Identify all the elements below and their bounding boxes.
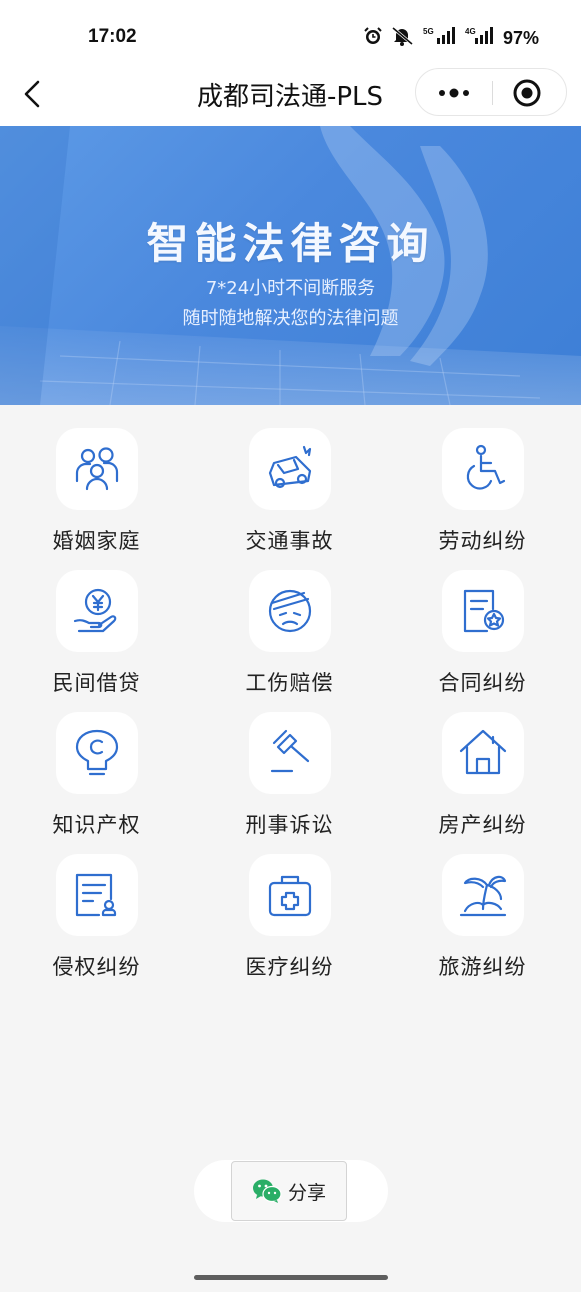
category-icon-box: [55, 854, 138, 936]
category-label: 民间借贷: [52, 671, 141, 695]
status-time: 17:02: [88, 26, 137, 47]
category-criminal-litigation[interactable]: 刑事诉讼: [193, 712, 386, 839]
palm-island-icon: [459, 875, 506, 917]
share-label: 分享: [287, 1181, 326, 1204]
category-label: 知识产权: [52, 813, 141, 837]
lightbulb-copyright-icon: [75, 729, 118, 776]
status-icons: 5G 4G 97%: [363, 26, 539, 50]
category-label: 旅游纠纷: [438, 955, 527, 979]
category-label: 工伤赔偿: [245, 671, 334, 695]
category-tourism-dispute[interactable]: 旅游纠纷: [386, 854, 579, 981]
category-medical-dispute[interactable]: 医疗纠纷: [193, 854, 386, 981]
category-icon-box: [248, 712, 331, 794]
category-label: 医疗纠纷: [245, 955, 334, 979]
family-icon: [75, 447, 118, 491]
more-button[interactable]: [432, 79, 478, 107]
category-icon-box: [55, 712, 138, 794]
share-container: 分享: [194, 1160, 388, 1222]
miniprogram-close-icon: [513, 79, 541, 107]
4g-signal-icon: 4G: [465, 26, 495, 50]
close-miniprogram-button[interactable]: [510, 77, 544, 109]
category-icon-box: [248, 428, 331, 510]
category-traffic-accident[interactable]: 交通事故: [193, 428, 386, 555]
battery-level: 97%: [502, 27, 539, 48]
5g-signal-icon: 5G: [423, 26, 457, 50]
document-stamp-icon: [75, 873, 116, 917]
banner-title: 智能法律咨询: [146, 219, 435, 268]
category-tort-dispute[interactable]: 侵权纠纷: [0, 854, 193, 981]
money-hand-icon: [73, 588, 116, 633]
category-label: 劳动纠纷: [438, 529, 527, 553]
more-dots-icon: [439, 88, 469, 98]
category-label: 婚姻家庭: [52, 529, 141, 553]
home-indicator[interactable]: [194, 1275, 388, 1280]
gavel-icon: [270, 729, 309, 773]
category-icon-box: [441, 428, 524, 510]
contract-icon: [463, 589, 504, 633]
category-icon-box: [55, 570, 138, 652]
category-label: 刑事诉讼: [245, 813, 334, 837]
category-icon-box: [441, 712, 524, 794]
category-icon-box: [55, 428, 138, 510]
page-title: 成都司法通-PLS: [196, 82, 384, 112]
car-accident-icon: [268, 445, 311, 489]
category-private-lending[interactable]: 民间借贷: [0, 570, 193, 697]
category-labor-dispute[interactable]: 劳动纠纷: [386, 428, 579, 555]
category-contract-dispute[interactable]: 合同纠纷: [386, 570, 579, 697]
category-work-injury[interactable]: 工伤赔偿: [193, 570, 386, 697]
category-intellectual-property[interactable]: 知识产权: [0, 712, 193, 839]
wheelchair-icon: [466, 444, 505, 490]
medical-kit-icon: [268, 875, 311, 917]
navigation-bar: 成都司法通-PLS: [0, 62, 581, 126]
banner[interactable]: 智能法律咨询 7*24小时不间断服务 随时随地解决您的法律问题: [0, 126, 581, 405]
category-label: 房产纠纷: [438, 813, 527, 837]
miniprogram-capsule: [415, 68, 567, 116]
banner-subtitle-1: 7*24小时不间断服务: [205, 278, 376, 299]
category-icon-box: [248, 854, 331, 936]
svg-text:5G: 5G: [423, 27, 434, 36]
category-icon-box: [248, 570, 331, 652]
category-label: 交通事故: [245, 529, 334, 553]
alarm-icon: [363, 26, 383, 50]
category-label: 合同纠纷: [438, 671, 527, 695]
category-icon-box: [441, 854, 524, 936]
category-label: 侵权纠纷: [52, 955, 141, 979]
category-icon-box: [441, 570, 524, 652]
banner-subtitle-2: 随时随地解决您的法律问题: [182, 308, 399, 329]
capsule-divider: [492, 81, 493, 105]
share-button[interactable]: 分享: [231, 1161, 347, 1221]
mute-icon: [391, 26, 415, 50]
back-arrow-icon: [24, 80, 40, 108]
svg-text:4G: 4G: [465, 27, 476, 36]
category-property-dispute[interactable]: 房产纠纷: [386, 712, 579, 839]
house-icon: [459, 729, 506, 775]
category-marriage-family[interactable]: 婚姻家庭: [0, 428, 193, 555]
status-bar: 17:02 5G 4G 97%: [0, 0, 581, 70]
back-button[interactable]: [18, 76, 48, 112]
wechat-icon: [252, 1179, 282, 1203]
injured-face-icon: [268, 589, 311, 633]
